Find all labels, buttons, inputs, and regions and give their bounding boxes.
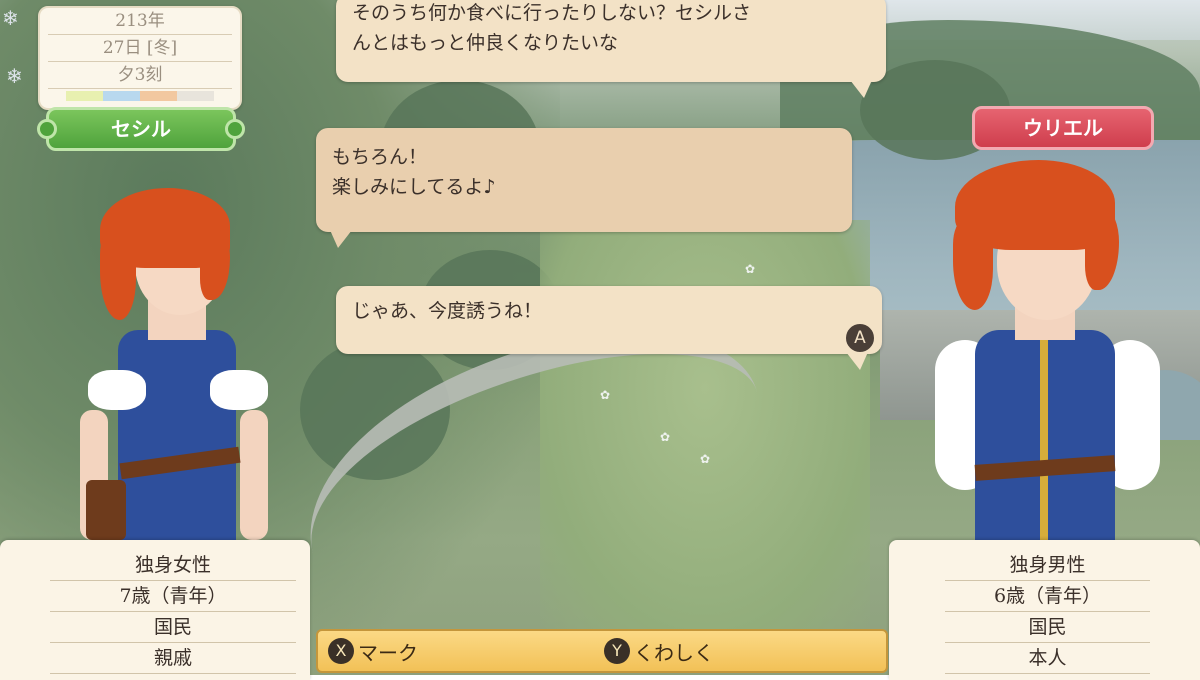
- flower-icon: ✿: [660, 430, 671, 444]
- season-indicator-bar: [66, 91, 214, 101]
- speech-tail: [850, 80, 872, 98]
- snowflake-icon: ❄: [2, 6, 19, 30]
- season-spring-segment: [66, 91, 103, 101]
- age-label: 7歳（青年）: [50, 581, 296, 612]
- character-cecil: [60, 180, 290, 540]
- flower-icon: ✿: [745, 262, 756, 276]
- speech-tail: [330, 230, 352, 248]
- citizenship-label: 国民: [945, 612, 1150, 643]
- x-button-icon: X: [328, 638, 354, 664]
- year-label: 213年: [48, 8, 232, 35]
- name-tag-left: セシル: [37, 107, 245, 151]
- season-autumn-segment: [140, 91, 177, 101]
- relationship-label: 親戚: [50, 643, 296, 674]
- right-character-info-panel: 独身男性 6歳（青年） 国民 本人: [889, 540, 1200, 680]
- mark-button[interactable]: X マーク: [328, 636, 418, 666]
- citizenship-label: 国民: [50, 612, 296, 643]
- control-hint-bar: X マーク Y くわしく: [316, 629, 888, 673]
- left-character-info-panel: 独身女性 7歳（青年） 国民 親戚: [0, 540, 310, 680]
- season-summer-segment: [103, 91, 140, 101]
- right-character-name: ウリエル: [1023, 116, 1103, 140]
- marital-status: 独身女性: [50, 550, 296, 581]
- character-uriel: [925, 160, 1175, 540]
- dialogue-bubble-cecil: もちろん！ 楽しみにしてるよ♪: [316, 128, 852, 248]
- dialogue-text-line: んとはもっと仲良くなりたいな: [352, 32, 619, 54]
- y-button-icon: Y: [604, 638, 630, 664]
- left-character-name: セシル: [111, 117, 171, 141]
- time-of-day-label: 夕3刻: [48, 62, 232, 89]
- flower-icon: ✿: [700, 452, 711, 466]
- dialogue-bubble-uriel-2[interactable]: じゃあ、今度誘うね！ A: [336, 286, 882, 370]
- mark-label: マーク: [358, 640, 418, 665]
- name-tag-right: ウリエル: [972, 106, 1154, 150]
- dialogue-text-line: そのうち何か食べに行ったりしない？セシルさ: [352, 2, 752, 24]
- date-time-panel: 213年 27日 [冬] 夕3刻: [38, 6, 242, 110]
- season-winter-segment: [177, 91, 214, 101]
- a-button-advance-icon[interactable]: A: [844, 322, 876, 354]
- dialogue-text-line: もちろん！: [332, 146, 428, 168]
- ornament-icon: [37, 119, 57, 139]
- speech-tail: [846, 352, 868, 370]
- day-season-label: 27日 [冬]: [48, 35, 232, 62]
- dialogue-text-line: じゃあ、今度誘うね！: [352, 300, 543, 322]
- relationship-label: 本人: [945, 643, 1150, 674]
- ornament-icon: [225, 119, 245, 139]
- age-label: 6歳（青年）: [945, 581, 1150, 612]
- snowflake-icon: ❄: [6, 64, 23, 88]
- details-label: くわしく: [634, 640, 714, 665]
- marital-status: 独身男性: [945, 550, 1150, 581]
- dialogue-text-line: 楽しみにしてるよ♪: [332, 176, 496, 198]
- flower-icon: ✿: [600, 388, 611, 402]
- details-button[interactable]: Y くわしく: [604, 636, 714, 666]
- dialogue-bubble-uriel-1: そのうち何か食べに行ったりしない？セシルさ んとはもっと仲良くなりたいな: [336, 0, 886, 98]
